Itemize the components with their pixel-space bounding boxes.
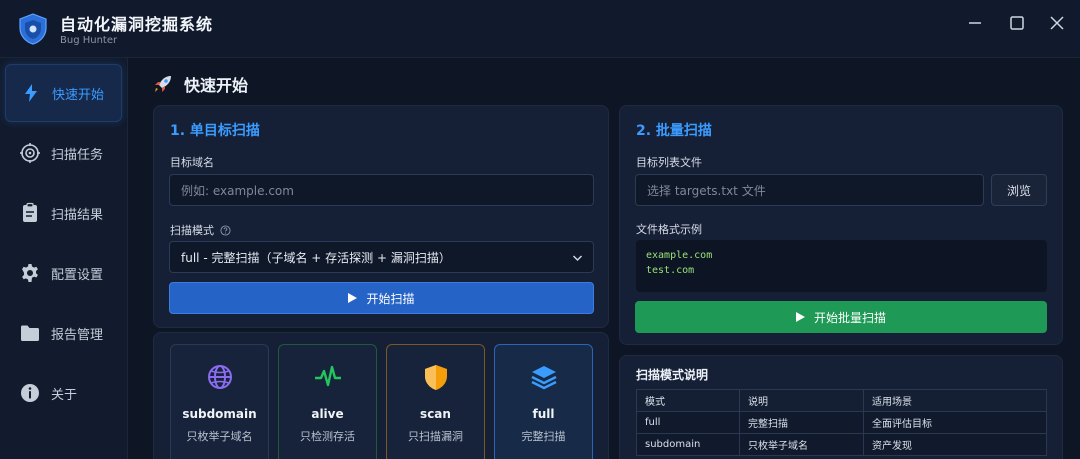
example-line: example.com xyxy=(646,250,713,261)
pulse-icon xyxy=(315,365,341,387)
domain-input[interactable]: 例如: example.com xyxy=(169,174,594,206)
sidebar-item-label: 快速开始 xyxy=(52,87,105,103)
sidebar-item-about[interactable]: 关于 xyxy=(5,364,122,422)
table-cell: 完整扫描 xyxy=(739,411,864,434)
table-cell: 只枚举子域名 xyxy=(739,433,864,456)
example-label: 文件格式示例 xyxy=(636,223,702,236)
sidebar-item-label: 扫描结果 xyxy=(51,207,104,223)
scan-mode-select[interactable]: full - 完整扫描（子域名 + 存活探测 + 漏洞扫描） xyxy=(169,241,594,273)
scan-mode-value: full - 完整扫描（子域名 + 存活探测 + 漏洞扫描） xyxy=(181,250,451,265)
play-icon xyxy=(795,312,805,322)
globe-icon xyxy=(208,365,232,389)
table-row: subdomain 只枚举子域名 资产发现 xyxy=(636,433,1047,456)
mode-table-title: 扫描模式说明 xyxy=(636,368,709,382)
mode-card-scan[interactable]: scan 只扫描漏洞 xyxy=(386,344,485,459)
table-cell: 资产发现 xyxy=(863,433,1047,456)
mode-label: 扫描模式 xyxy=(170,224,214,237)
sidebar-item-quick-start[interactable]: 快速开始 xyxy=(5,64,122,122)
maximize-icon[interactable] xyxy=(1006,12,1028,34)
mode-card-name: full xyxy=(532,407,555,421)
mode-card-desc: 完整扫描 xyxy=(521,430,566,443)
target-icon xyxy=(20,143,40,163)
mode-table: 模式 说明 适用场景 full 完整扫描 全面评估目标 subdomain 只枚… xyxy=(636,389,1047,456)
mode-card-alive[interactable]: alive 只检测存活 xyxy=(278,344,377,459)
chevron-down-icon xyxy=(572,255,583,262)
mode-card-full[interactable]: full 完整扫描 xyxy=(494,344,593,459)
shield-icon xyxy=(19,13,47,45)
close-icon[interactable] xyxy=(1046,12,1068,34)
table-header-cell: 说明 xyxy=(739,389,864,412)
browse-button[interactable]: 浏览 xyxy=(991,174,1047,206)
batch-scan-title: 2. 批量扫描 xyxy=(636,123,712,139)
target-file-placeholder: 选择 targets.txt 文件 xyxy=(647,183,766,198)
file-label: 目标列表文件 xyxy=(636,156,702,169)
folder-icon xyxy=(21,325,39,341)
sidebar-item-label: 报告管理 xyxy=(51,327,104,343)
rocket-icon xyxy=(155,76,171,92)
sidebar-item-label: 关于 xyxy=(51,387,78,403)
mode-card-name: scan xyxy=(420,407,451,421)
mode-card-subdomain[interactable]: subdomain 只枚举子域名 xyxy=(170,344,269,459)
sidebar-item-label: 配置设置 xyxy=(51,267,104,283)
lightning-icon xyxy=(25,84,37,102)
browse-label: 浏览 xyxy=(1006,183,1031,198)
sidebar-item-scan-results[interactable]: 扫描结果 xyxy=(5,184,122,242)
sidebar-item-reports[interactable]: 报告管理 xyxy=(5,304,122,362)
play-icon xyxy=(348,293,358,303)
target-file-input[interactable]: 选择 targets.txt 文件 xyxy=(635,174,984,206)
help-icon[interactable] xyxy=(220,224,231,236)
mode-label-row: 扫描模式 xyxy=(170,222,231,238)
table-cell: subdomain xyxy=(636,433,740,456)
table-cell: 全面评估目标 xyxy=(863,411,1047,434)
table-row: full 完整扫描 全面评估目标 xyxy=(636,411,1047,434)
domain-label: 目标域名 xyxy=(170,156,214,169)
mode-card-name: alive xyxy=(311,407,344,421)
title-bar: 自动化漏洞挖掘系统 Bug Hunter xyxy=(0,0,1080,58)
table-header-cell: 模式 xyxy=(636,389,740,412)
mode-card-desc: 只检测存活 xyxy=(300,430,355,443)
app-title: 自动化漏洞挖掘系统 xyxy=(60,15,214,34)
gear-icon xyxy=(22,264,38,282)
sidebar-item-settings[interactable]: 配置设置 xyxy=(5,244,122,302)
mode-card-desc: 只扫描漏洞 xyxy=(408,430,463,443)
start-batch-scan-label: 开始批量扫描 xyxy=(813,310,886,325)
table-header-row: 模式 说明 适用场景 xyxy=(636,389,1047,412)
app-subtitle: Bug Hunter xyxy=(60,35,118,46)
sidebar-item-label: 扫描任务 xyxy=(51,147,104,163)
table-header-cell: 适用场景 xyxy=(863,389,1047,412)
domain-input-placeholder: 例如: example.com xyxy=(181,183,294,198)
sidebar: 快速开始 扫描任务 扫描结果 配置设置 报告管理 关于 xyxy=(0,58,128,459)
minimize-icon[interactable] xyxy=(964,12,986,34)
start-scan-label: 开始扫描 xyxy=(366,291,415,306)
mode-card-desc: 只枚举子域名 xyxy=(186,430,253,443)
layers-icon xyxy=(531,366,557,390)
example-line: test.com xyxy=(646,265,695,276)
start-batch-scan-button[interactable]: 开始批量扫描 xyxy=(635,301,1047,333)
info-icon xyxy=(21,384,39,402)
table-cell: full xyxy=(636,411,740,434)
sidebar-item-scan-tasks[interactable]: 扫描任务 xyxy=(5,124,122,182)
page-title: 快速开始 xyxy=(184,76,249,95)
page-header: 快速开始 xyxy=(152,70,248,98)
single-scan-title: 1. 单目标扫描 xyxy=(170,123,260,139)
shield-icon xyxy=(425,365,447,390)
example-code-box: example.com test.com xyxy=(636,240,1047,292)
mode-card-name: subdomain xyxy=(182,407,257,421)
clipboard-icon xyxy=(23,202,37,222)
start-scan-button[interactable]: 开始扫描 xyxy=(169,282,594,314)
